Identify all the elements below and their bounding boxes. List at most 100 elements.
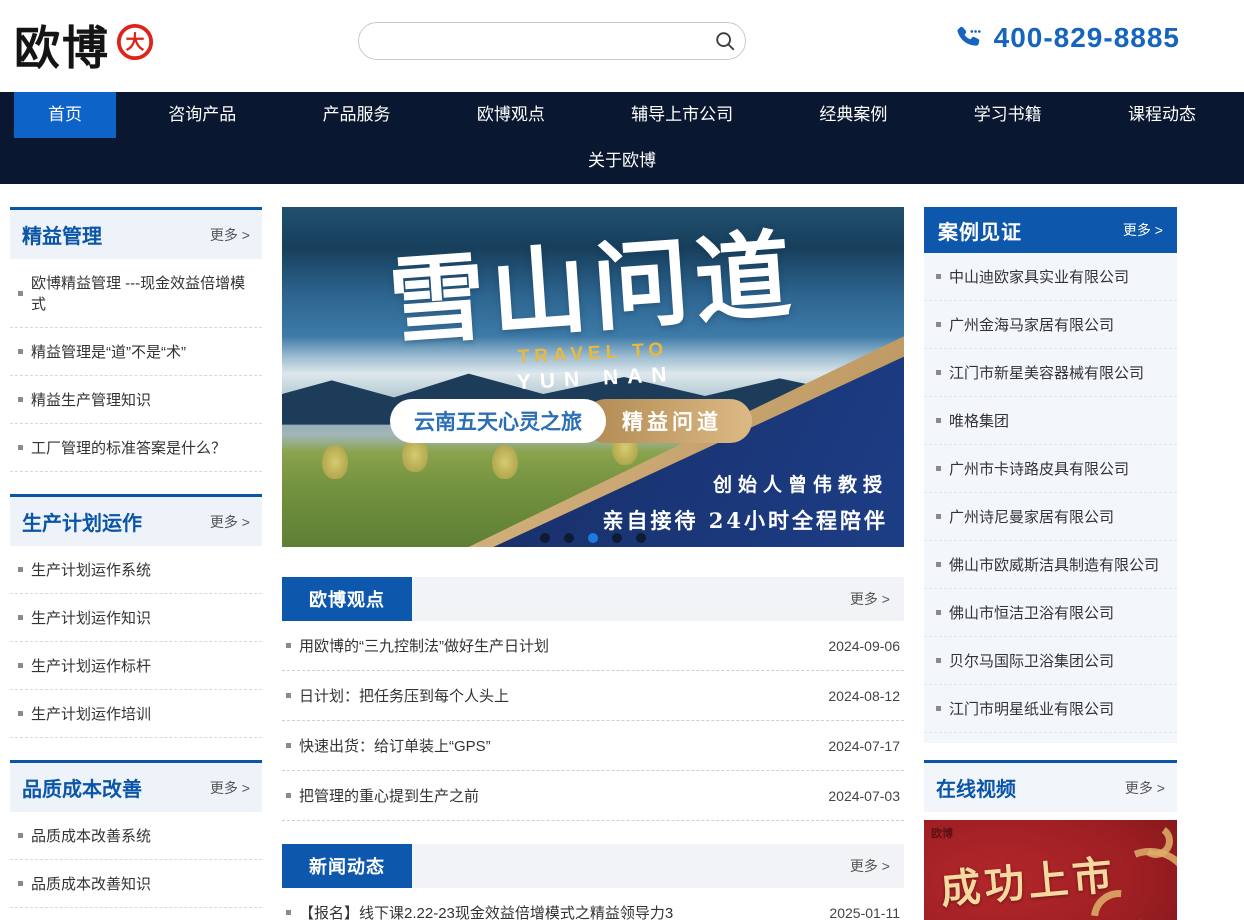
cases-title: 案例见证: [938, 216, 1022, 245]
bullet-icon: [18, 445, 23, 450]
section-header: 品质成本改善 更多 >: [10, 763, 262, 812]
more-link[interactable]: 更多 >: [850, 856, 904, 876]
news-date: 2024-07-03: [828, 788, 900, 804]
news-row[interactable]: 用欧博的“三九控制法”做好生产日计划 2024-09-06: [282, 621, 904, 671]
case-item[interactable]: 佛山市欧威斯洁具制造有限公司: [924, 541, 1177, 589]
bullet-icon: [18, 567, 23, 572]
news-title: 日计划：把任务压到每个人头上: [299, 685, 509, 706]
case-item[interactable]: 江门市明星纸业有限公司: [924, 685, 1177, 733]
nav-item[interactable]: 辅导上市公司: [597, 92, 767, 138]
carousel-dots: [540, 533, 646, 543]
section-online-video: 在线视频 更多 > 欧博 成功上市 欧博22年 初心不变 帮助企业管理同提升: [924, 760, 1177, 920]
list-item[interactable]: 品质成本改善标杆: [10, 908, 262, 920]
search-input[interactable]: [359, 23, 705, 59]
site-logo[interactable]: 欧博 大: [14, 12, 154, 78]
carousel-dot[interactable]: [612, 533, 622, 543]
search-button[interactable]: [705, 23, 745, 59]
news-title: 快速出货：给订单装上“GPS”: [299, 735, 491, 756]
case-item[interactable]: 佛山市恒洁卫浴有限公司: [924, 589, 1177, 637]
case-item[interactable]: 广东亿丰塑胶制造有限公司: [924, 733, 1177, 743]
video-thumbnail[interactable]: 欧博 成功上市 欧博22年 初心不变 帮助企业管理同提升: [924, 820, 1177, 920]
bullet-icon: [286, 793, 291, 798]
nav-item[interactable]: 课程动态: [1094, 92, 1230, 138]
section-list: 品质成本改善系统 品质成本改善知识 品质成本改善标杆 品质成本改: [10, 812, 262, 920]
news-row[interactable]: 【报名】线下课2.22-23现金效益倍增模式之精益领导力3 2025-01-11: [282, 888, 904, 920]
case-item[interactable]: 广州市卡诗路皮具有限公司: [924, 445, 1177, 493]
carousel-dot[interactable]: [636, 533, 646, 543]
hero-pill-lean: 精益问道: [584, 399, 752, 443]
hero-pills: 云南五天心灵之旅 精益问道: [390, 399, 752, 443]
news-title: 【报名】线下课2.22-23现金效益倍增模式之精益领导力3: [299, 902, 673, 920]
list-item[interactable]: 欧博精益管理 ---现金效益倍增模式: [10, 259, 262, 328]
bullet-icon: [936, 658, 941, 663]
bullet-icon: [18, 397, 23, 402]
nav-item[interactable]: 欧博观点: [443, 92, 579, 138]
more-link[interactable]: 更多 >: [850, 589, 904, 609]
section-case-testimonials: 案例见证 更多 > 中山迪欧家具实业有限公司 广州金海马家居有限公司: [924, 207, 1177, 743]
thumb-logo-text: 欧博: [931, 825, 953, 841]
carousel-dot[interactable]: [588, 533, 598, 543]
bullet-icon: [18, 663, 23, 668]
list-item[interactable]: 精益生产管理知识: [10, 376, 262, 424]
bullet-icon: [286, 643, 291, 648]
more-link[interactable]: 更多 >: [1123, 220, 1163, 240]
nav-item[interactable]: 关于欧博: [554, 138, 690, 184]
search-icon: [714, 30, 736, 52]
list-item[interactable]: 生产计划运作知识: [10, 594, 262, 642]
news-title: 把管理的重心提到生产之前: [299, 785, 479, 806]
logo-seal-icon: 大: [116, 23, 154, 61]
section-header: 生产计划运作 更多 >: [10, 497, 262, 546]
bullet-icon: [936, 466, 941, 471]
list-item[interactable]: 品质成本改善系统: [10, 812, 262, 860]
more-link[interactable]: 更多 >: [210, 778, 250, 798]
news-row[interactable]: 日计划：把任务压到每个人头上 2024-08-12: [282, 671, 904, 721]
list-item[interactable]: 品质成本改善知识: [10, 860, 262, 908]
carousel-dot[interactable]: [564, 533, 574, 543]
video-header: 在线视频 更多 >: [924, 763, 1177, 812]
cases-list: 中山迪欧家具实业有限公司 广州金海马家居有限公司 江门市新星美容器械有限公司: [924, 253, 1177, 743]
section-list: 生产计划运作系统 生产计划运作知识 生产计划运作标杆 生产计划运: [10, 546, 262, 738]
hotline: 400-829-8885: [954, 22, 1180, 54]
case-item[interactable]: 唯格集团: [924, 397, 1177, 445]
news-list: 【报名】线下课2.22-23现金效益倍增模式之精益领导力3 2025-01-11: [282, 888, 904, 920]
case-item[interactable]: 江门市新星美容器械有限公司: [924, 349, 1177, 397]
news-tab-title[interactable]: 欧博观点: [282, 577, 412, 621]
carousel-dot[interactable]: [540, 533, 550, 543]
news-row[interactable]: 快速出货：给订单装上“GPS” 2024-07-17: [282, 721, 904, 771]
section-list: 欧博精益管理 ---现金效益倍增模式 精益管理是“道”不是“术” 精益生产管理知…: [10, 259, 262, 472]
nav-item[interactable]: 经典案例: [785, 92, 921, 138]
nav-item[interactable]: 产品服务: [289, 92, 425, 138]
news-date: 2025-01-11: [829, 905, 900, 920]
nav-item[interactable]: 学习书籍: [940, 92, 1076, 138]
bullet-icon: [936, 274, 941, 279]
nav-item[interactable]: 咨询产品: [134, 92, 270, 138]
bullet-icon: [286, 693, 291, 698]
left-sidebar: 精益管理 更多 > 欧博精益管理 ---现金效益倍增模式 精益管理是“道”不是“…: [10, 207, 262, 920]
case-item[interactable]: 中山迪欧家具实业有限公司: [924, 253, 1177, 301]
main-nav: 首页 咨询产品 产品服务 欧博观点 辅导上市公司 经典案例 学习书籍 课程动态 …: [0, 92, 1244, 184]
list-item[interactable]: 生产计划运作培训: [10, 690, 262, 738]
case-item[interactable]: 贝尔马国际卫浴集团公司: [924, 637, 1177, 685]
hero-banner[interactable]: 雪山问道 TRAVEL TO YUN NAN 云南五天心灵之旅 精益问道 创始人…: [282, 207, 904, 547]
case-item[interactable]: 广州诗尼曼家居有限公司: [924, 493, 1177, 541]
list-item[interactable]: 精益管理是“道”不是“术”: [10, 328, 262, 376]
more-link[interactable]: 更多 >: [210, 512, 250, 532]
phone-number: 400-829-8885: [994, 22, 1180, 54]
list-item[interactable]: 生产计划运作标杆: [10, 642, 262, 690]
list-item[interactable]: 工厂管理的标准答案是什么？: [10, 424, 262, 472]
section-title: 精益管理: [22, 220, 102, 249]
more-link[interactable]: 更多 >: [1125, 778, 1165, 798]
logo-text: 欧博: [14, 12, 110, 78]
case-item[interactable]: 广州金海马家居有限公司: [924, 301, 1177, 349]
section-oubo-views: 欧博观点 更多 > 用欧博的“三九控制法”做好生产日计划 2024-09-06: [282, 577, 904, 821]
news-tab-title[interactable]: 新闻动态: [282, 844, 412, 888]
more-link[interactable]: 更多 >: [210, 225, 250, 245]
section-quality-cost: 品质成本改善 更多 > 品质成本改善系统 品质成本改善知识: [10, 760, 262, 920]
nav-item[interactable]: 首页: [14, 92, 116, 138]
bullet-icon: [936, 706, 941, 711]
phone-icon: [954, 23, 984, 53]
bullet-icon: [936, 610, 941, 615]
news-row[interactable]: 把管理的重心提到生产之前 2024-07-03: [282, 771, 904, 821]
list-item[interactable]: 生产计划运作系统: [10, 546, 262, 594]
right-sidebar: 案例见证 更多 > 中山迪欧家具实业有限公司 广州金海马家居有限公司: [924, 207, 1177, 920]
